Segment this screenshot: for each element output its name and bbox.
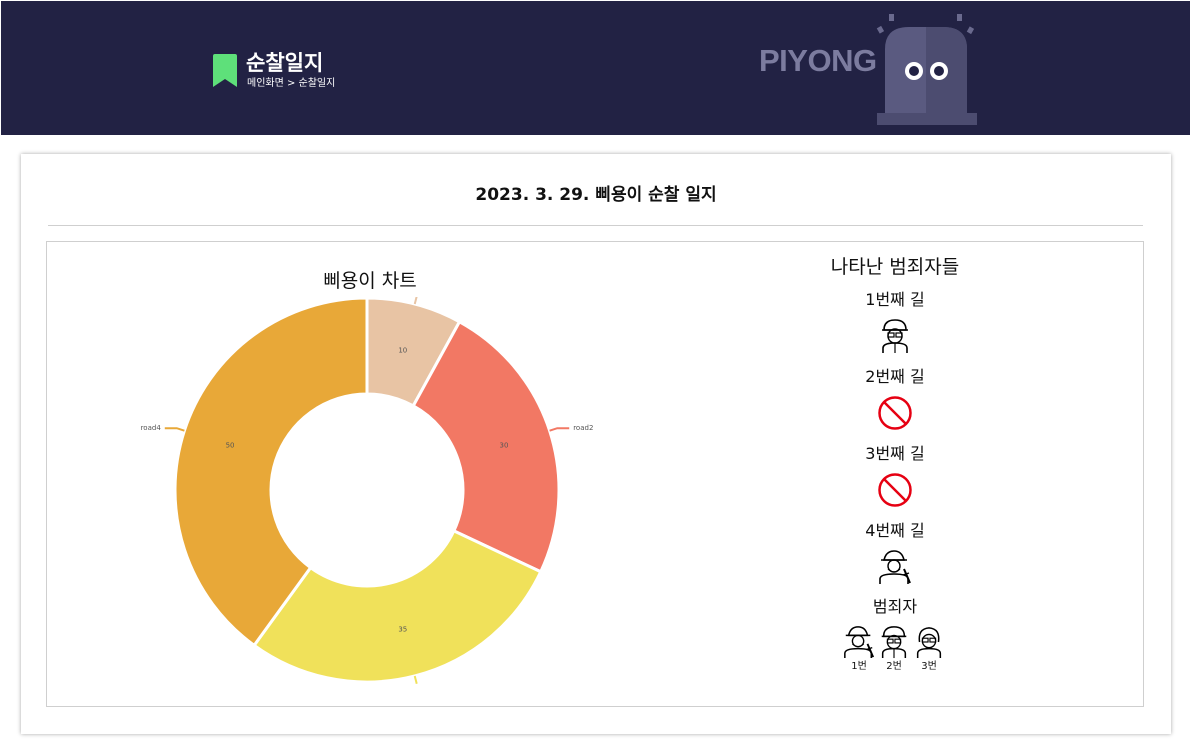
no-sign-icon xyxy=(878,396,912,430)
slice-leader-line xyxy=(164,427,185,432)
content-box: 삐용이 차트 10 30 road2 35 50 road4 나타난 범죄자들 1번째 길 xyxy=(46,241,1144,707)
criminal-item[interactable]: 2번 xyxy=(877,625,911,673)
road-label: 1번째 길 xyxy=(865,290,925,309)
road-1: 1번째 길 xyxy=(789,290,1001,367)
criminals-panel: 나타난 범죄자들 1번째 길 2번째 길 3번째 길 4번째 길 범죄자 1번 … xyxy=(789,254,1001,673)
logo-text[interactable]: PIYONG xyxy=(759,43,877,79)
criminals-title: 범죄자 xyxy=(872,597,918,616)
criminal-1-icon xyxy=(844,626,875,659)
criminal-name: 2번 xyxy=(886,661,902,672)
piyong-mascot-icon[interactable] xyxy=(871,11,983,127)
bookmark-icon xyxy=(213,54,237,87)
journal-title: 2023. 3. 29. 삐용이 순찰 일지 xyxy=(475,185,717,205)
criminal-name: 1번 xyxy=(851,661,867,672)
journal-card: 2023. 3. 29. 삐용이 순찰 일지 삐용이 차트 10 30 road2 3… xyxy=(21,154,1171,734)
slice-leader-line xyxy=(413,675,418,684)
road-2: 2번째 길 xyxy=(789,367,1001,444)
road-label: 2번째 길 xyxy=(865,367,925,386)
divider xyxy=(48,225,1143,226)
header-bar: 순찰일지 메인화면 > 순찰일지 PIYONG xyxy=(1,1,1190,135)
donut-chart[interactable]: 10 30 road2 35 50 road4 xyxy=(117,297,637,697)
criminal-3-icon xyxy=(916,627,942,659)
chart-title: 삐용이 차트 xyxy=(323,270,417,292)
slice-value-label: 10 xyxy=(398,347,407,355)
slice-leader-line xyxy=(549,427,570,432)
criminal-list: 1번 2번 3번 xyxy=(787,625,1001,673)
criminal-item[interactable]: 1번 xyxy=(842,625,876,673)
donut-slice[interactable] xyxy=(252,528,543,684)
slice-value-label: 35 xyxy=(398,625,407,633)
criminal-2-icon xyxy=(881,626,907,659)
slice-name-label: road2 xyxy=(573,424,593,432)
panel-title: 나타난 범죄자들 xyxy=(830,256,960,278)
road-label: 3번째 길 xyxy=(865,444,925,463)
road-label: 4번째 길 xyxy=(865,521,925,540)
criminal-name: 3번 xyxy=(921,661,937,672)
criminal-item[interactable]: 3번 xyxy=(912,625,946,673)
criminal-2-icon xyxy=(882,319,908,353)
slice-name-label: road4 xyxy=(141,424,162,432)
road-3: 3번째 길 xyxy=(789,444,1001,521)
slice-value-label: 50 xyxy=(226,442,235,450)
criminal-1-icon xyxy=(879,550,911,584)
road-4: 4번째 길 xyxy=(789,521,1001,598)
slice-value-label: 30 xyxy=(499,442,508,450)
no-sign-icon xyxy=(878,473,912,507)
page-title: 순찰일지 xyxy=(246,51,324,75)
breadcrumb[interactable]: 메인화면 > 순찰일지 xyxy=(247,78,335,90)
